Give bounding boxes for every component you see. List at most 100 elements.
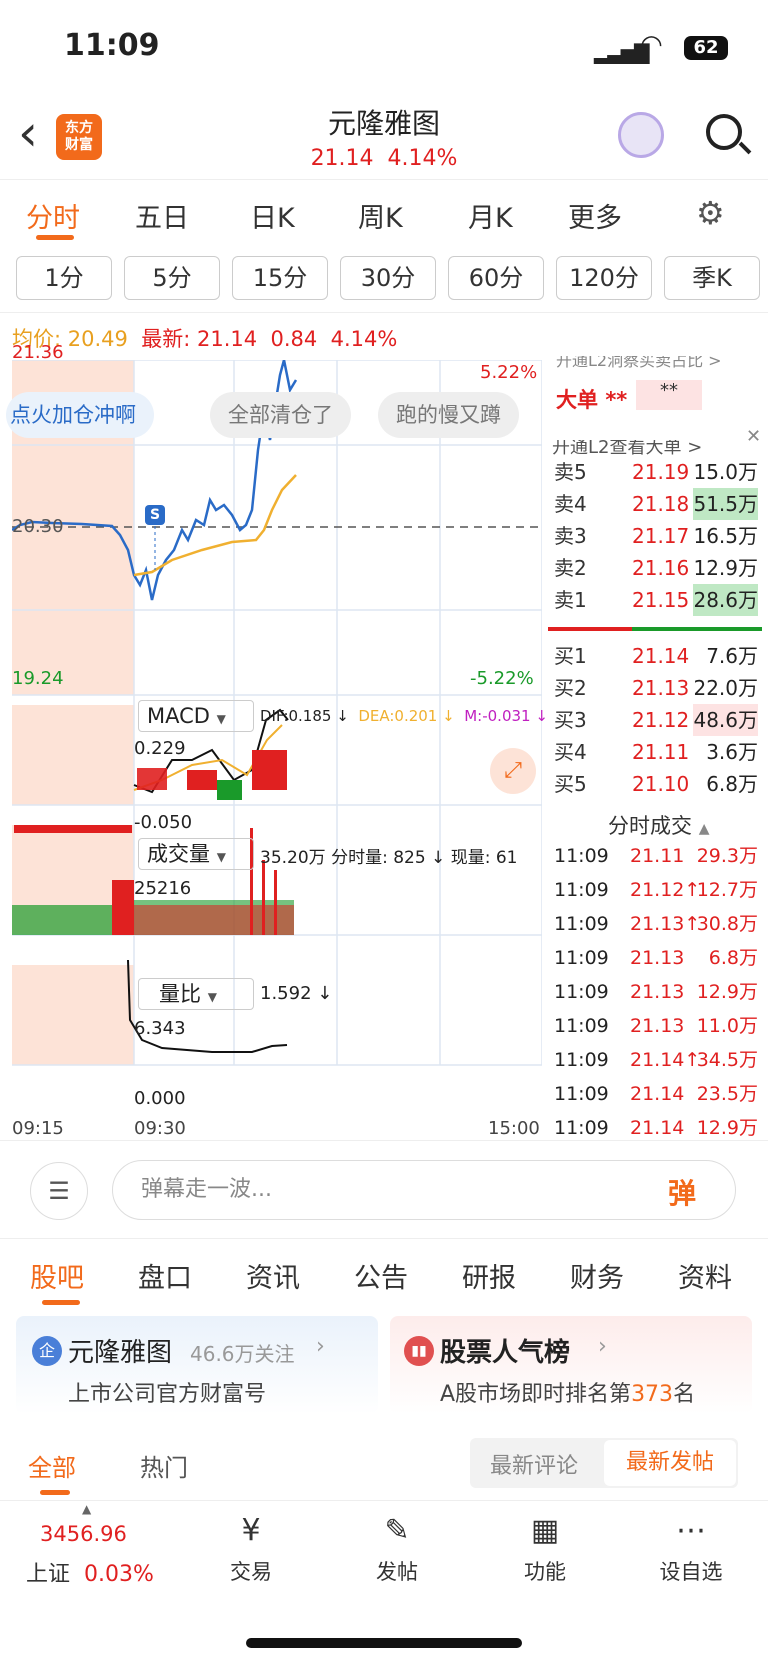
tab-research[interactable]: 研报 <box>462 1256 516 1295</box>
tab-weekly-k[interactable]: 周K <box>358 196 403 235</box>
intraday-chart[interactable] <box>12 360 542 1140</box>
add-watchlist-button[interactable]: ⋯ 设自选 <box>636 1512 746 1586</box>
interval-30m[interactable]: 30分 <box>340 256 436 300</box>
filter-indicator <box>40 1490 70 1495</box>
post-button[interactable]: ✎ 发帖 <box>342 1512 452 1586</box>
robot-avatar-icon[interactable] <box>618 112 664 158</box>
filter-all[interactable]: 全部 <box>28 1448 76 1483</box>
caret-up-icon: ▲ <box>82 1502 92 1516</box>
tab-guba[interactable]: 股吧 <box>30 1256 84 1295</box>
last-label: 最新: <box>141 327 191 351</box>
interval-season-k[interactable]: 季K <box>664 256 760 300</box>
home-indicator <box>246 1638 522 1648</box>
chevron-right-icon: › <box>316 1334 325 1359</box>
tab-pankou[interactable]: 盘口 <box>138 1256 192 1295</box>
tab-monthly-k[interactable]: 月K <box>468 196 513 235</box>
popularity-title: 股票人气榜 <box>440 1338 571 1368</box>
interval-15m[interactable]: 15分 <box>232 256 328 300</box>
ask-row-5: 卖5 21.19 15.0万 <box>554 460 758 484</box>
danmaku-3[interactable]: 跑的慢又蹲 <box>378 392 519 438</box>
change-pct: 4.14% <box>330 327 398 351</box>
tab-profile[interactable]: 资料 <box>678 1256 732 1295</box>
volume-values: 35.20万 分时量: 825 ↓ 现量: 61 <box>260 843 517 868</box>
danmu-settings-icon[interactable]: ☰ <box>30 1162 88 1220</box>
clock: 11:09 <box>64 28 160 63</box>
l2-banner-2[interactable]: 开通L2查看大单 > <box>552 440 702 456</box>
official-account-card[interactable]: 企 元隆雅图 46.6万关注 › 上市公司官方财富号 <box>16 1316 378 1414</box>
interval-5m[interactable]: 5分 <box>124 256 220 300</box>
chevron-up-icon: ▲ <box>698 821 710 837</box>
tab-announcements[interactable]: 公告 <box>354 1256 408 1295</box>
volume-selector[interactable]: 成交量 ▼ <box>138 838 254 870</box>
current-price: 21.14 <box>310 146 374 171</box>
tab-news[interactable]: 资讯 <box>246 1256 300 1295</box>
edit-icon: ✎ <box>384 1513 410 1548</box>
macd-name: MACD <box>147 704 210 728</box>
index-quote[interactable]: 上证 0.03% <box>26 1556 154 1588</box>
divider <box>0 1238 768 1239</box>
battery-icon: 62 <box>684 36 728 60</box>
low-label: 19.24 <box>12 668 64 689</box>
index-value[interactable]: 3456.96 <box>40 1522 127 1546</box>
card-desc: 上市公司官方财富号 <box>68 1382 267 1407</box>
chevron-down-icon: ▼ <box>216 712 226 726</box>
change-value: 0.84 <box>270 327 318 351</box>
followers-count: 46.6万关注 <box>190 1342 295 1366</box>
tab-more[interactable]: 更多 <box>568 196 622 235</box>
high-label: 21.36 <box>12 342 64 363</box>
ask-strength-bar <box>632 627 762 631</box>
popularity-card[interactable]: ▮▮ 股票人气榜 › A股市场即时排名第373名 <box>390 1316 752 1414</box>
ratio-name: 量比 <box>159 982 201 1006</box>
ask-row-4: 卖4 21.18 51.5万 <box>552 488 762 520</box>
macd-dea: DEA:0.201 ↓ <box>358 707 455 725</box>
trade-row: 11:09 21.11 29.3万 <box>554 845 758 867</box>
tab-five-day[interactable]: 五日 <box>135 196 189 235</box>
bid-row-1: 买1 21.14 7.6万 <box>554 644 758 668</box>
chevron-right-icon: › <box>598 1334 607 1359</box>
ratio-selector[interactable]: 量比 ▼ <box>138 978 254 1010</box>
expand-icon[interactable]: ⤢ <box>490 748 536 794</box>
enterprise-badge-icon: 企 <box>32 1336 62 1366</box>
ratio-top: 6.343 <box>134 1018 186 1039</box>
close-icon[interactable]: ✕ <box>746 426 761 447</box>
tab-daily-k[interactable]: 日K <box>250 196 295 235</box>
settings-gear-icon[interactable]: ⚙ <box>696 194 725 232</box>
filter-hot[interactable]: 热门 <box>140 1448 188 1483</box>
trade-row: 11:09 21.13↑ 30.8万 <box>554 913 758 935</box>
functions-button[interactable]: ▦ 功能 <box>490 1512 600 1586</box>
divider <box>0 1140 768 1141</box>
change-percent: 4.14% <box>387 146 458 171</box>
time-start: 09:15 <box>12 1118 64 1139</box>
sort-latest-comment[interactable]: 最新评论 <box>490 1448 578 1480</box>
trade-row: 11:09 21.13 11.0万 <box>554 1015 758 1037</box>
interval-60m[interactable]: 60分 <box>448 256 544 300</box>
trades-title[interactable]: 分时成交 ▲ <box>608 810 709 840</box>
grid-icon: ▦ <box>530 1513 560 1548</box>
sort-latest-post[interactable]: 最新发帖 <box>604 1440 736 1486</box>
l2-banner[interactable]: 开通L2洞察买卖占比 > <box>556 356 722 370</box>
down-pct-label: -5.22% <box>470 668 534 689</box>
ratio-value: 1.592 ↓ <box>260 983 333 1004</box>
trades-title-text: 分时成交 <box>608 814 692 838</box>
trade-row: 11:09 21.13 6.8万 <box>554 947 758 969</box>
avg-price: 20.49 <box>67 327 128 351</box>
volume-total: 35.20万 <box>260 848 326 868</box>
bid-strength-bar <box>548 627 632 631</box>
danmaku-2[interactable]: 全部清仓了 <box>210 392 351 438</box>
bid-row-5: 买5 21.10 6.8万 <box>554 772 758 796</box>
interval-1m[interactable]: 1分 <box>16 256 112 300</box>
rank-number: 373 <box>631 1382 674 1407</box>
tab-finance[interactable]: 财务 <box>570 1256 624 1295</box>
status-bar: 11:09 ▂▃▅▇ ◠ 62 <box>0 0 768 90</box>
danmaku-1[interactable]: 点火加仓冲啊 <box>6 392 154 438</box>
tab-intraday[interactable]: 分时 <box>26 196 80 235</box>
search-icon[interactable] <box>706 114 742 150</box>
trade-button[interactable]: ¥ 交易 <box>196 1512 306 1586</box>
ask-row-2: 卖2 21.16 12.9万 <box>554 556 758 580</box>
interval-120m[interactable]: 120分 <box>556 256 652 300</box>
active-section-indicator <box>42 1300 80 1305</box>
danmu-send-button[interactable]: 弹 <box>668 1172 696 1212</box>
chart-bars-icon: ▮▮ <box>404 1336 434 1366</box>
macd-selector[interactable]: MACD ▼ <box>138 700 254 732</box>
danmu-input[interactable]: 弹幕走一波... <box>112 1160 736 1220</box>
